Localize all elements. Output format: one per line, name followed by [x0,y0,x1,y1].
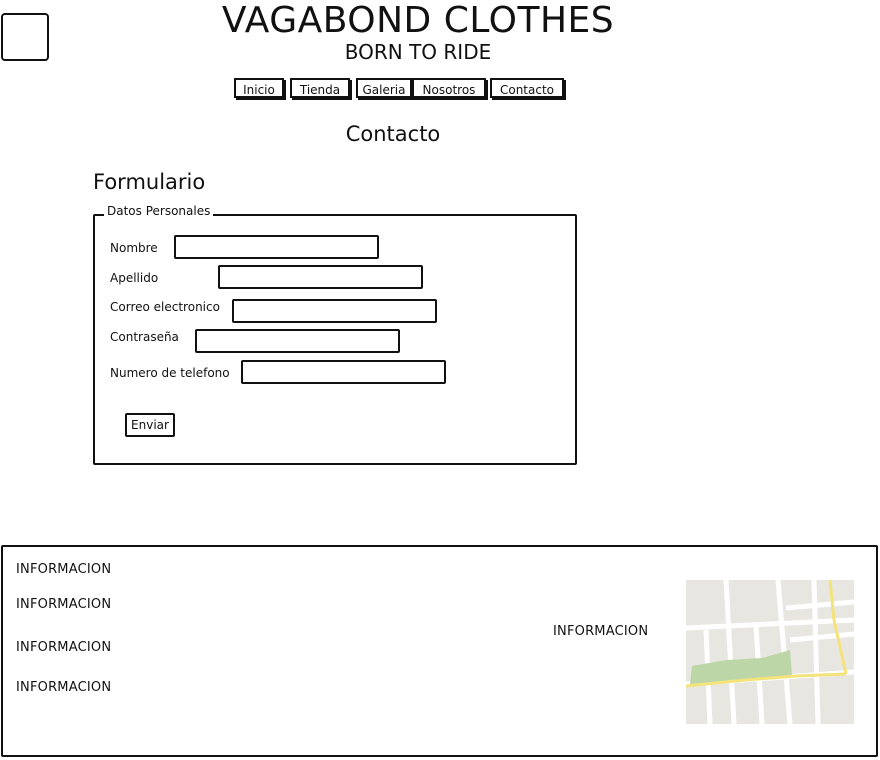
submit-button[interactable]: Enviar [125,413,175,437]
nombre-label: Nombre [110,241,158,255]
phone-input[interactable] [241,360,446,384]
nav-tienda[interactable]: Tienda [290,78,350,98]
apellido-input[interactable] [218,265,423,289]
nav-galeria[interactable]: Galeria [356,78,412,98]
nombre-input[interactable] [174,235,379,259]
footer-info-1: INFORMACION [16,562,112,577]
footer-info-4: INFORMACION [16,680,112,695]
email-input[interactable] [232,299,437,323]
brand-title: VAGABOND CLOTHES [221,0,615,41]
password-input[interactable] [195,329,400,353]
brand-tagline: BORN TO RIDE [344,40,492,64]
footer-info-3: INFORMACION [16,640,112,655]
phone-label: Numero de telefono [110,366,230,380]
fieldset-legend: Datos Personales [104,204,214,218]
apellido-label: Apellido [110,271,159,285]
password-label: Contraseña [110,330,179,344]
nav-inicio[interactable]: Inicio [234,78,284,98]
nav-contacto[interactable]: Contacto [490,78,564,98]
nav-nosotros[interactable]: Nosotros [412,78,486,98]
footer-info-2: INFORMACION [16,597,112,612]
form-title: Formulario [93,170,206,194]
map-icon [686,580,854,724]
footer-info-center: INFORMACION [553,624,649,639]
page-title: Contacto [345,122,441,146]
location-map[interactable] [686,580,854,724]
email-label: Correo electronico [110,300,220,314]
